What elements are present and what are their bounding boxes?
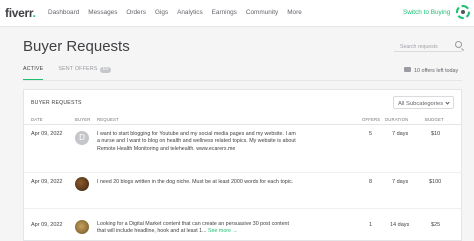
row-budget: $10: [431, 131, 441, 137]
subcategory-selected-value: All Subcategories: [398, 100, 444, 107]
row-duration: 7 days: [392, 179, 409, 185]
row-offers: 8: [369, 179, 373, 185]
col-budget: BUDGET: [425, 117, 444, 122]
search-box: [394, 39, 462, 52]
nav-dashboard[interactable]: Dashboard: [48, 9, 79, 16]
row-budget: $100: [429, 179, 442, 185]
search-input[interactable]: [400, 41, 456, 52]
nav-earnings[interactable]: Earnings: [212, 9, 237, 16]
row-date: Apr 09, 2022: [31, 179, 63, 185]
tab-sent-offers-label: SENT OFFERS: [58, 66, 98, 72]
tab-active-label: ACTIVE: [23, 66, 44, 72]
buyer-avatar[interactable]: D: [75, 131, 89, 145]
search-icon[interactable]: [455, 41, 462, 48]
top-navbar: fiverr. Dashboard Messages Orders Gigs A…: [0, 0, 474, 27]
row-date: Apr 09, 2022: [31, 131, 63, 137]
buyer-avatar[interactable]: [75, 177, 89, 191]
logo-text: fiverr: [5, 6, 33, 20]
col-date: DATE: [31, 117, 43, 122]
main-nav: Dashboard Messages Orders Gigs Analytics…: [48, 9, 311, 16]
chevron-down-icon: [445, 99, 450, 105]
table-row[interactable]: Apr 09, 2022 I need 20 blogs written in …: [24, 173, 461, 209]
fiverr-logo[interactable]: fiverr.: [5, 6, 36, 20]
row-duration: 7 days: [392, 131, 409, 137]
col-request: REQUEST: [97, 117, 119, 122]
nav-community[interactable]: Community: [246, 9, 278, 16]
page-title: Buyer Requests: [23, 38, 130, 55]
table-row[interactable]: Apr 09, 2022 D I want to start blogging …: [24, 127, 461, 173]
row-duration: 14 days: [390, 222, 410, 228]
nav-more[interactable]: More: [287, 9, 302, 16]
col-buyer: BUYER: [75, 117, 91, 122]
row-date: Apr 09, 2022: [31, 222, 63, 228]
nav-messages[interactable]: Messages: [88, 9, 117, 16]
col-offers: OFFERS: [362, 117, 381, 122]
nav-analytics[interactable]: Analytics: [177, 9, 203, 16]
row-request: I need 20 blogs written in the dog niche…: [97, 179, 294, 185]
see-more-label: See more: [208, 228, 231, 235]
request-tabs: ACTIVE SENT OFFERS 10: [23, 66, 126, 80]
buyer-requests-card: BUYER REQUESTS All Subcategories DATE BU…: [23, 89, 462, 241]
logo-dot: .: [32, 6, 36, 20]
tabs-divider: [23, 80, 462, 81]
tag-icon: [404, 67, 411, 72]
subcategory-select[interactable]: All Subcategories: [393, 96, 454, 109]
offers-left-text: 10 offers left today: [414, 68, 459, 74]
nav-gigs[interactable]: Gigs: [155, 9, 168, 16]
row-request-text: Looking for a Digital Market content tha…: [97, 221, 289, 235]
row-request: Looking for a Digital Market content tha…: [97, 221, 292, 236]
row-budget: $25: [431, 222, 441, 228]
switch-to-buying-link[interactable]: Switch to Buying: [403, 9, 450, 16]
buyer-avatar[interactable]: [75, 220, 89, 234]
user-avatar[interactable]: [456, 5, 470, 19]
table-title: BUYER REQUESTS: [31, 100, 82, 106]
tab-sent-offers[interactable]: SENT OFFERS 10: [58, 66, 112, 80]
see-more-link[interactable]: See more →: [208, 228, 238, 234]
table-header: DATE BUYER REQUEST OFFERS DURATION BUDGE…: [24, 117, 461, 125]
row-offers: 5: [369, 131, 373, 137]
tab-active[interactable]: ACTIVE: [23, 66, 44, 80]
col-duration: DURATION: [385, 117, 409, 122]
nav-orders[interactable]: Orders: [126, 9, 146, 16]
row-offers: 1: [369, 222, 373, 228]
sent-offers-count-badge: 10: [99, 66, 112, 73]
table-row[interactable]: Apr 09, 2022 Looking for a Digital Marke…: [24, 209, 461, 241]
row-request: I want to start blogging for Youtube and…: [97, 131, 296, 152]
